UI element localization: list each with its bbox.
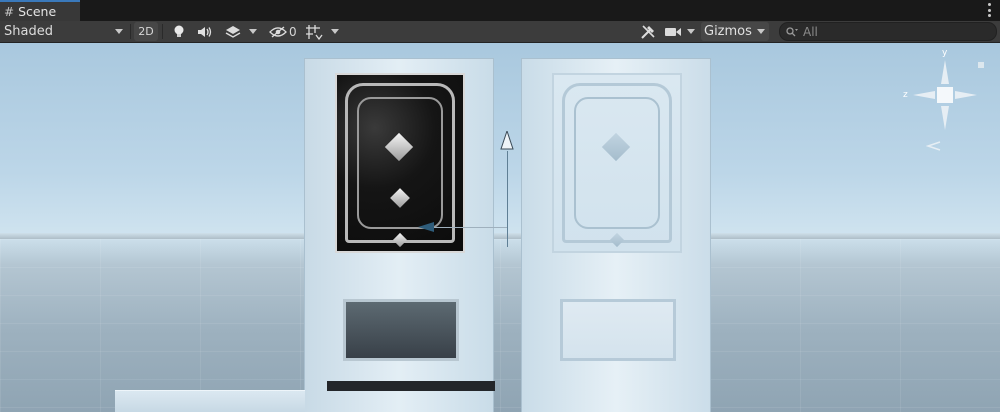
- scene-viewport[interactable]: y z: [0, 43, 1000, 412]
- camera-icon[interactable]: [663, 22, 683, 41]
- gizmos-label: Gizmos: [704, 24, 752, 39]
- speaker-icon[interactable]: [194, 22, 216, 41]
- ornate-frame-inner: [357, 97, 443, 229]
- shading-mode-label: Shaded: [4, 24, 53, 39]
- card-base-stripe: [327, 381, 495, 391]
- search-input[interactable]: All: [779, 22, 997, 41]
- card-object-selected[interactable]: [304, 58, 495, 412]
- search-icon: [786, 26, 798, 36]
- chevron-down-icon: [249, 29, 257, 34]
- hash-icon: #: [4, 4, 15, 19]
- chevron-down-icon: [757, 29, 765, 34]
- hidden-object-count: 0: [289, 24, 297, 39]
- card-artwork-dark: [335, 73, 465, 253]
- tab-scene-label: Scene: [18, 4, 57, 19]
- chevron-down-icon: [687, 29, 695, 34]
- kebab-menu-icon[interactable]: [986, 3, 992, 17]
- tab-strip: # Scene: [0, 0, 1000, 21]
- scene-visibility-toggle[interactable]: 0: [269, 22, 301, 41]
- chevron-down-icon: [331, 29, 339, 34]
- card-lower-panel: [343, 299, 459, 361]
- tab-scene[interactable]: # Scene: [0, 0, 80, 21]
- toggle-2d-button[interactable]: 2D: [134, 22, 158, 41]
- tools-icon[interactable]: [637, 22, 659, 41]
- scene-toolbar: Shaded 2D 0 Gizmos All: [0, 21, 1000, 43]
- gizmo-y-label: y: [942, 48, 948, 58]
- chevron-down-icon: [115, 29, 123, 34]
- grid-dropdown[interactable]: [328, 22, 342, 41]
- camera-dropdown[interactable]: [684, 22, 698, 41]
- search-placeholder: All: [803, 24, 818, 39]
- eye-slash-icon: [269, 25, 287, 38]
- floor-slab: [115, 390, 305, 412]
- orientation-gizmo[interactable]: y z: [895, 48, 995, 148]
- perspective-indicator-icon[interactable]: [926, 141, 942, 151]
- card-artwork-light: [552, 73, 682, 253]
- axis-cones-icon: [913, 60, 984, 130]
- floor-grid: [0, 239, 1000, 412]
- effects-dropdown[interactable]: [246, 22, 260, 41]
- grid-snap-icon[interactable]: [303, 22, 325, 41]
- card-lower-panel: [560, 299, 676, 361]
- toolbar-divider: [162, 24, 163, 39]
- gizmo-z-label: z: [903, 90, 908, 100]
- lightbulb-icon[interactable]: [168, 22, 190, 41]
- gizmos-dropdown[interactable]: Gizmos: [701, 22, 769, 41]
- move-handle-x-axis[interactable]: [427, 227, 507, 228]
- move-handle-y-axis[interactable]: [507, 151, 508, 247]
- toolbar-divider: [130, 24, 131, 39]
- ornate-frame-inner: [574, 97, 660, 229]
- shading-mode-dropdown[interactable]: Shaded: [0, 22, 128, 41]
- move-handle-x-arrow[interactable]: [418, 221, 434, 233]
- layers-icon[interactable]: [222, 22, 244, 41]
- card-object[interactable]: [521, 58, 711, 412]
- move-handle-y-arrow[interactable]: [500, 131, 514, 151]
